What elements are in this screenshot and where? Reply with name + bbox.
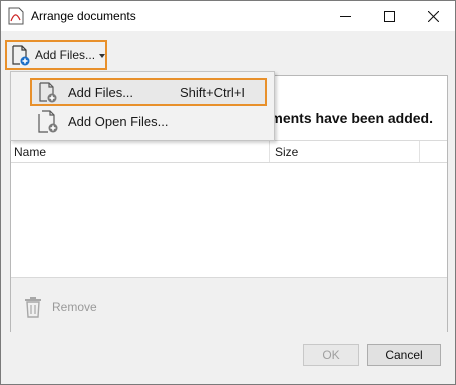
add-files-dropdown-button[interactable]: Add Files... (5, 40, 107, 70)
remove-label: Remove (52, 300, 97, 314)
maximize-icon (383, 10, 395, 22)
menu-item-label: Add Files... (68, 85, 134, 100)
add-files-dropdown-menu: Add Files... Shift+Ctrl+I Add Open Files… (10, 71, 275, 141)
add-files-label: Add Files... (35, 48, 96, 62)
add-document-icon (12, 45, 30, 66)
maximize-button[interactable] (367, 1, 411, 31)
column-header-row: Name Size (11, 140, 447, 163)
column-header-size[interactable]: Size (275, 145, 298, 159)
minimize-button[interactable] (323, 1, 367, 31)
close-icon (427, 10, 439, 22)
cancel-button[interactable]: Cancel (367, 344, 441, 366)
add-open-document-icon (38, 110, 58, 133)
menu-item-shortcut: Shift+Ctrl+I (180, 85, 246, 100)
list-action-bar: Remove (11, 277, 447, 332)
trash-icon (25, 297, 41, 318)
menu-item-add-files[interactable]: Add Files... Shift+Ctrl+I (30, 78, 267, 106)
window-title: Arrange documents (31, 9, 136, 23)
no-documents-notice: ments have been added. (270, 110, 433, 126)
menu-item-label: Add Open Files... (68, 114, 169, 129)
column-divider (269, 141, 270, 162)
arrange-documents-dialog: Arrange documents Add Files... ments hav… (0, 0, 456, 385)
column-divider (419, 141, 420, 162)
add-document-icon (39, 82, 57, 103)
close-button[interactable] (411, 1, 455, 31)
minimize-icon (339, 15, 351, 17)
column-header-name[interactable]: Name (14, 145, 46, 159)
title-bar: Arrange documents (1, 1, 455, 31)
chevron-down-icon (99, 54, 105, 58)
acrobat-document-icon (8, 7, 24, 25)
ok-button[interactable]: OK (303, 344, 359, 366)
toolbar: Add Files... (1, 31, 455, 75)
menu-item-add-open-files[interactable]: Add Open Files... (11, 108, 274, 138)
